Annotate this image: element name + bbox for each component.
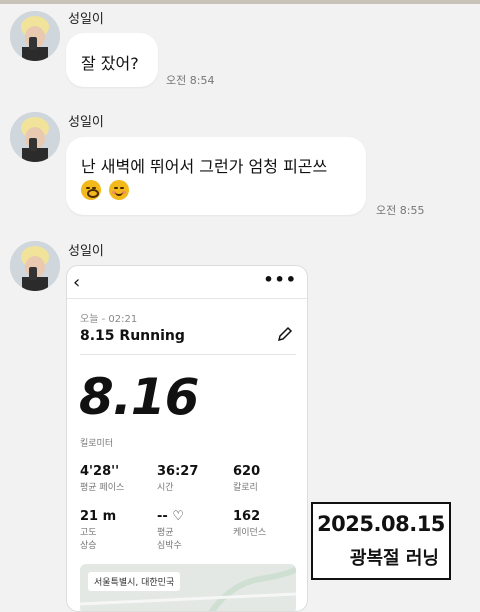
- more-options-icon: •••: [263, 270, 297, 289]
- flushed-face-emoji: [109, 179, 130, 200]
- sender-name: 성일이: [68, 244, 104, 259]
- emoji-row: [81, 179, 132, 200]
- stat-cadence-label: 케이던스: [233, 528, 267, 538]
- top-divider: [0, 0, 480, 4]
- message-text: 잘 잤어?: [81, 54, 139, 73]
- message-bubble[interactable]: 난 새벽에 뛰어서 그런가 엄청 피곤쓰: [66, 137, 366, 215]
- stamp-date: 2025.08.15: [317, 512, 445, 536]
- distance-unit: 킬로미터: [80, 439, 114, 449]
- stat-pace-label: 평균 페이스: [80, 483, 125, 493]
- stat-calories-value: 620: [233, 464, 261, 479]
- sender-name: 성일이: [68, 12, 104, 27]
- avatar[interactable]: [10, 11, 60, 61]
- stat-cadence-value: 162: [233, 509, 261, 524]
- message-text: 난 새벽에 뛰어서 그런가 엄청 피곤쓰: [81, 157, 328, 176]
- date-stamp-overlay: 2025.08.15 광복절 러닝: [311, 502, 451, 580]
- stat-time-value: 36:27: [157, 464, 199, 479]
- stamp-caption: 광복절 러닝: [349, 548, 439, 569]
- distance-value: 8.16: [79, 368, 199, 426]
- message-time: 오전 8:54: [166, 74, 215, 87]
- stat-elevation-value: 21 m: [80, 509, 117, 524]
- sender-name: 성일이: [68, 115, 104, 130]
- avatar[interactable]: [10, 241, 60, 291]
- stat-heart-rate-label: 평균 심박수: [157, 528, 182, 551]
- message-bubble[interactable]: 잘 잤어?: [66, 33, 158, 87]
- yawning-face-emoji: [81, 179, 101, 200]
- back-arrow-icon: ‹: [73, 272, 81, 293]
- stat-pace-value: 4'28'': [80, 464, 120, 479]
- edit-pencil-icon: [277, 326, 293, 342]
- stat-heart-rate-value: -- ♡: [157, 509, 184, 524]
- run-title: 8.15 Running: [80, 328, 185, 344]
- stat-elevation-label: 고도 상승: [80, 528, 97, 551]
- stat-time-label: 시간: [157, 483, 174, 493]
- shared-run-screenshot[interactable]: ‹ ••• 오늘 - 02:21 8.15 Running 8.16 킬로미터 …: [66, 265, 308, 612]
- avatar[interactable]: [10, 112, 60, 162]
- divider: [80, 354, 296, 355]
- stat-calories-label: 칼로리: [233, 483, 258, 493]
- run-date: 오늘 - 02:21: [80, 314, 138, 325]
- map-location-label: 서울특별시, 대한민국: [88, 572, 181, 591]
- screenshot-app-bar: ‹ •••: [67, 266, 307, 299]
- route-map: 서울특별시, 대한민국: [80, 564, 296, 611]
- message-time: 오전 8:55: [376, 204, 425, 217]
